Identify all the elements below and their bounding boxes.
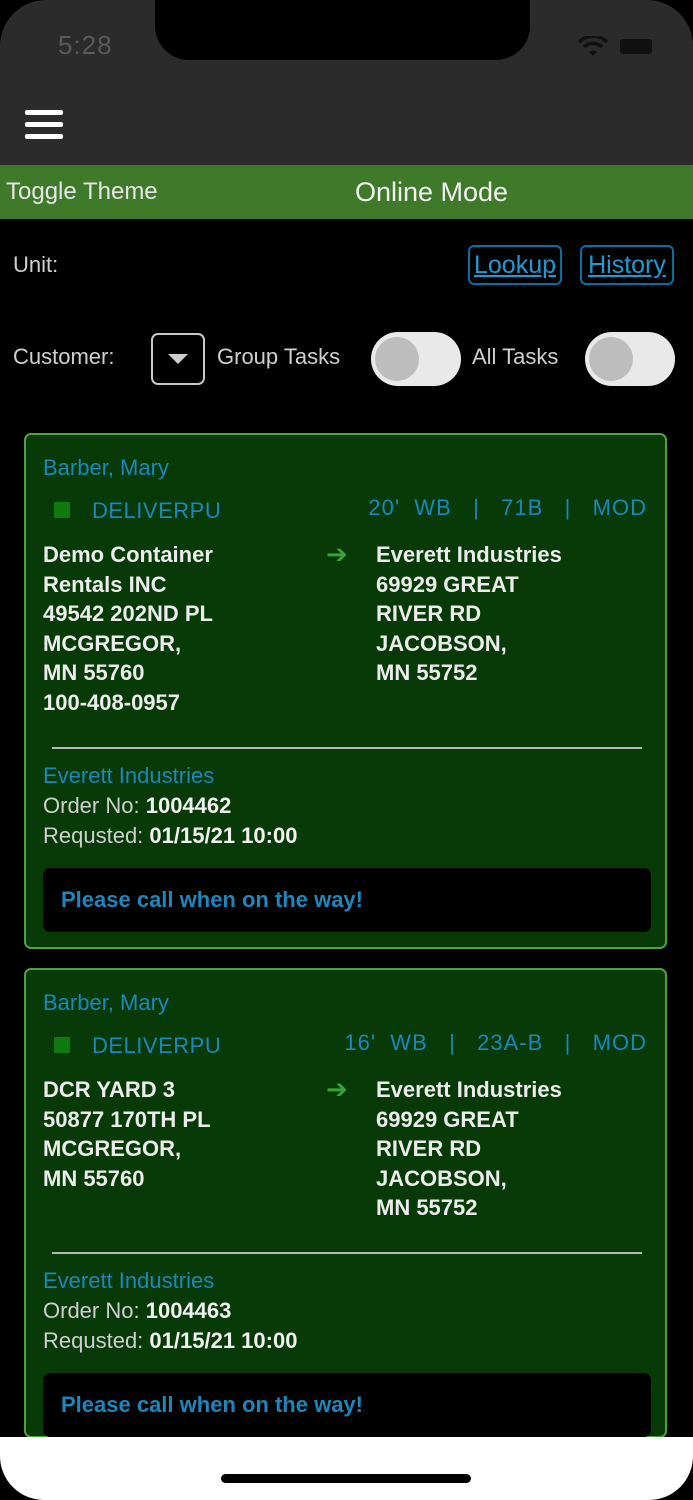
- order-label: Order No:: [43, 793, 140, 818]
- device-notch: [155, 0, 530, 60]
- divider: [52, 1252, 642, 1254]
- lookup-button[interactable]: Lookup: [468, 245, 562, 285]
- chevron-down-icon: [168, 354, 188, 364]
- order-label: Order No:: [43, 1298, 140, 1323]
- address-line: 50877 170TH PL: [43, 1106, 211, 1132]
- driver-name: Barber, Mary: [43, 455, 169, 480]
- address-line: 69929 GREAT: [376, 571, 519, 597]
- address-line: Demo Container: [43, 542, 213, 567]
- arrow-right-icon: ➔: [326, 1074, 348, 1104]
- order-number-row: Order No: 1004463: [43, 1298, 231, 1324]
- unit-tags: 20' WB | 71B | MOD: [368, 495, 647, 520]
- address-line: JACOBSON,: [376, 1165, 507, 1191]
- task-type: DELIVERPU: [92, 498, 222, 523]
- address-line: 100-408-0957: [43, 689, 181, 715]
- requested-datetime: 01/15/21 10:00: [149, 823, 298, 848]
- arrow-right-icon: ➔: [326, 539, 348, 569]
- address-line: MN 55752: [376, 660, 478, 685]
- address-line: 69929 GREAT: [376, 1106, 519, 1132]
- all-tasks-toggle[interactable]: [585, 332, 675, 386]
- group-tasks-label: Group Tasks: [217, 344, 341, 369]
- address-line: 49542 202ND PL: [43, 601, 213, 626]
- company-name: Everett Industries: [43, 1268, 215, 1293]
- address-line: MN 55760: [43, 660, 145, 685]
- task-card[interactable]: Barber, Mary DELIVERPU 20' WB | 71B | MO…: [24, 433, 667, 949]
- app-screen: 5:28 Toggle Theme Online Mode Unit: Look…: [0, 0, 693, 1500]
- order-number-row: Order No: 1004462: [43, 793, 231, 819]
- unit-label: Unit:: [13, 252, 59, 277]
- order-number: 1004462: [145, 793, 232, 818]
- address-line: MCGREGOR,: [43, 1136, 182, 1161]
- requested-label: Requsted:: [43, 1328, 144, 1353]
- status-square-icon: [54, 502, 70, 518]
- task-note: Please call when on the way!: [43, 868, 651, 932]
- mode-status: Online Mode: [354, 177, 509, 207]
- history-button[interactable]: History: [580, 245, 674, 285]
- customer-label: Customer:: [13, 344, 115, 369]
- address-line: Everett Industries: [376, 542, 562, 567]
- from-address: Demo Container Rentals INC 49542 202ND P…: [43, 540, 213, 717]
- to-address: Everett Industries 69929 GREAT RIVER RD …: [376, 1075, 562, 1223]
- address-line: MN 55752: [376, 1195, 478, 1220]
- address-line: DCR YARD 3: [43, 1077, 176, 1102]
- to-address: Everett Industries 69929 GREAT RIVER RD …: [376, 540, 562, 688]
- hamburger-menu-icon[interactable]: [25, 110, 63, 140]
- customer-dropdown[interactable]: [151, 333, 205, 385]
- all-tasks-label: All Tasks: [472, 344, 559, 369]
- address-line: MCGREGOR,: [43, 630, 182, 656]
- address-line: RIVER RD: [376, 601, 482, 626]
- task-note: Please call when on the way!: [43, 1373, 651, 1437]
- note-text: Please call when on the way!: [61, 887, 363, 912]
- note-text: Please call when on the way!: [61, 1392, 363, 1417]
- status-time: 5:28: [58, 30, 113, 60]
- divider: [52, 747, 642, 749]
- order-number: 1004463: [145, 1298, 232, 1323]
- address-line: Rentals INC: [43, 571, 167, 597]
- battery-icon: [620, 39, 652, 54]
- driver-name: Barber, Mary: [43, 990, 169, 1015]
- requested-datetime: 01/15/21 10:00: [149, 1328, 298, 1353]
- home-indicator[interactable]: [221, 1474, 471, 1483]
- address-line: RIVER RD: [376, 1136, 482, 1161]
- home-area: [0, 1437, 693, 1500]
- requested-label: Requsted:: [43, 823, 144, 848]
- toggle-knob: [375, 337, 419, 381]
- address-line: Everett Industries: [376, 1077, 562, 1102]
- nav-bar: 5:28: [0, 0, 693, 165]
- toggle-knob: [589, 337, 633, 381]
- from-address: DCR YARD 3 50877 170TH PL MCGREGOR, MN 5…: [43, 1075, 211, 1193]
- wifi-icon: [578, 36, 608, 56]
- group-tasks-toggle[interactable]: [371, 332, 461, 386]
- requested-row: Requsted: 01/15/21 10:00: [43, 823, 297, 849]
- address-line: MN 55760: [43, 1165, 145, 1191]
- mode-bar: Toggle Theme Online Mode: [0, 165, 693, 219]
- status-square-icon: [54, 1037, 70, 1053]
- address-line: JACOBSON,: [376, 630, 507, 656]
- requested-row: Requsted: 01/15/21 10:00: [43, 1328, 297, 1354]
- task-card[interactable]: Barber, Mary DELIVERPU 16' WB | 23A-B | …: [24, 968, 667, 1438]
- task-type: DELIVERPU: [92, 1033, 222, 1058]
- company-name: Everett Industries: [43, 763, 215, 788]
- unit-tags: 16' WB | 23A-B | MOD: [344, 1030, 647, 1055]
